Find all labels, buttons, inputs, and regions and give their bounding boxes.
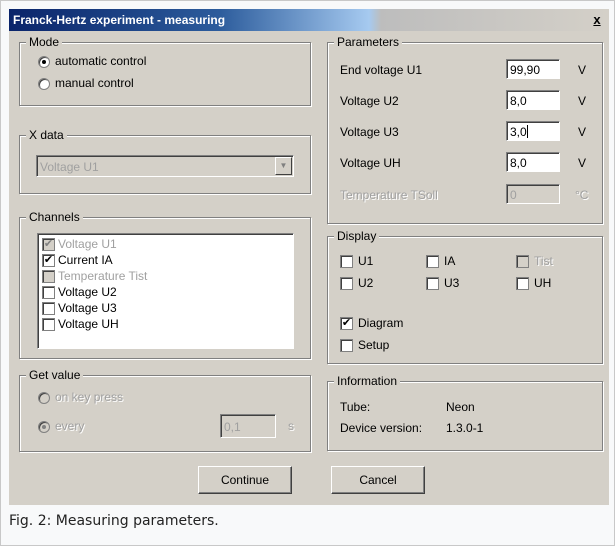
cancel-button[interactable]: Cancel	[331, 466, 425, 494]
param-label-voltage-uh: Voltage UH	[340, 156, 401, 170]
mode-group: Mode automatic control manual control	[19, 35, 311, 106]
mode-legend: Mode	[26, 35, 63, 49]
display-ia-label[interactable]: IA	[444, 254, 455, 268]
display-setup-label[interactable]: Setup	[358, 338, 389, 352]
display-diagram-label[interactable]: Diagram	[358, 316, 403, 330]
tube-label: Tube:	[340, 400, 371, 414]
param-input-voltage-uh[interactable]: 8,0	[506, 152, 560, 172]
mode-manual-label[interactable]: manual control	[55, 76, 134, 90]
xdata-select-value: Voltage U1	[40, 160, 99, 174]
channel-checkbox[interactable]	[42, 270, 55, 283]
channel-checkbox[interactable]	[42, 318, 55, 331]
title-bar[interactable]: Franck-Hertz experiment - measuring x	[9, 9, 609, 31]
param-label-temperature-tsoll: Temperature TSoll	[340, 188, 438, 202]
channel-label: Voltage U2	[58, 285, 117, 299]
xdata-select[interactable]: Voltage U1 ▼	[36, 155, 294, 177]
text-cursor	[526, 125, 528, 138]
figure-caption: Fig. 2: Measuring parameters.	[9, 513, 219, 529]
param-value: 3,0	[510, 125, 527, 139]
param-value: 0	[510, 188, 517, 202]
getvalue-every-radio[interactable]	[38, 421, 50, 433]
information-legend: Information	[334, 374, 401, 388]
display-tist-checkbox[interactable]	[516, 255, 529, 268]
display-group: Display U1 IA Tist U2 U3 UH ✔ Diagram Se…	[327, 229, 603, 364]
chevron-down-icon[interactable]: ▼	[275, 157, 292, 175]
information-group: Information Tube: Neon Device version: 1…	[327, 374, 603, 451]
display-setup-checkbox[interactable]	[340, 339, 353, 352]
param-unit: °C	[575, 188, 589, 202]
param-value: 8,0	[510, 94, 527, 108]
continue-button[interactable]: Continue	[198, 466, 292, 494]
param-input-temperature-tsoll[interactable]: 0	[506, 184, 560, 204]
param-unit: V	[578, 125, 587, 139]
getvalue-legend: Get value	[26, 368, 84, 382]
xdata-group: X data Voltage U1 ▼	[19, 128, 311, 194]
figure-frame: Franck-Hertz experiment - measuring x Mo…	[0, 0, 615, 546]
param-value: 8,0	[510, 156, 527, 170]
getvalue-interval-input[interactable]: 0,1	[220, 414, 276, 438]
param-input-voltage-u2[interactable]: 8,0	[506, 90, 560, 110]
param-unit: V	[578, 94, 587, 108]
channel-label: Current IA	[58, 253, 113, 267]
display-u1-label[interactable]: U1	[358, 254, 373, 268]
param-input-voltage-u3[interactable]: 3,0	[506, 121, 560, 141]
param-unit: V	[578, 156, 587, 170]
display-diagram-checkbox[interactable]: ✔	[340, 317, 353, 330]
mode-manual-radio[interactable]	[38, 78, 50, 90]
param-label-voltage-u3: Voltage U3	[340, 125, 399, 139]
display-u2-label[interactable]: U2	[358, 276, 373, 290]
getvalue-interval-value: 0,1	[224, 420, 241, 434]
mode-automatic-label[interactable]: automatic control	[55, 54, 146, 68]
channel-checkbox[interactable]: ✔	[42, 254, 55, 267]
param-value: 99,90	[510, 63, 541, 77]
channel-label: Voltage UH	[58, 317, 119, 331]
channel-label: Temperature Tist	[58, 269, 148, 283]
channel-checkbox[interactable]	[42, 302, 55, 315]
tube-value: Neon	[446, 400, 475, 414]
getvalue-keypress-label[interactable]: on key press	[55, 390, 123, 404]
device-version-value: 1.3.0-1	[446, 421, 484, 435]
param-label-end-voltage-u1: End voltage U1	[340, 63, 423, 77]
display-ia-checkbox[interactable]	[426, 255, 439, 268]
display-uh-label[interactable]: UH	[534, 276, 551, 290]
getvalue-interval-unit: s	[288, 419, 294, 433]
channel-label: Voltage U3	[58, 301, 117, 315]
display-u3-checkbox[interactable]	[426, 277, 439, 290]
channels-legend: Channels	[26, 210, 83, 224]
measuring-dialog: Franck-Hertz experiment - measuring x Mo…	[9, 9, 609, 505]
display-legend: Display	[334, 229, 380, 243]
channel-checkbox[interactable]	[42, 286, 55, 299]
display-u2-checkbox[interactable]	[340, 277, 353, 290]
param-unit: V	[578, 63, 587, 77]
parameters-legend: Parameters	[334, 35, 403, 49]
channels-group: Channels ✔ Voltage U1 ✔ Current IA Tempe…	[19, 210, 311, 359]
xdata-legend: X data	[26, 128, 67, 142]
device-version-label: Device version:	[340, 421, 423, 435]
display-uh-checkbox[interactable]	[516, 277, 529, 290]
getvalue-every-label[interactable]: every	[55, 419, 84, 433]
getvalue-keypress-radio[interactable]	[38, 392, 50, 404]
display-tist-label[interactable]: Tist	[534, 254, 553, 268]
mode-automatic-radio[interactable]	[38, 56, 50, 68]
parameters-group: Parameters End voltage U1 99,90 V Voltag…	[327, 35, 603, 224]
close-button[interactable]: x	[589, 12, 605, 27]
window-title: Franck-Hertz experiment - measuring	[13, 13, 226, 27]
display-u1-checkbox[interactable]	[340, 255, 353, 268]
channels-listbox[interactable]: ✔ Voltage U1 ✔ Current IA Temperature Ti…	[37, 233, 294, 349]
getvalue-group: Get value on key press every 0,1 s	[19, 368, 311, 452]
display-u3-label[interactable]: U3	[444, 276, 459, 290]
param-label-voltage-u2: Voltage U2	[340, 94, 399, 108]
channel-checkbox[interactable]: ✔	[42, 238, 55, 251]
channel-label: Voltage U1	[58, 237, 117, 251]
param-input-end-voltage-u1[interactable]: 99,90	[506, 59, 560, 79]
